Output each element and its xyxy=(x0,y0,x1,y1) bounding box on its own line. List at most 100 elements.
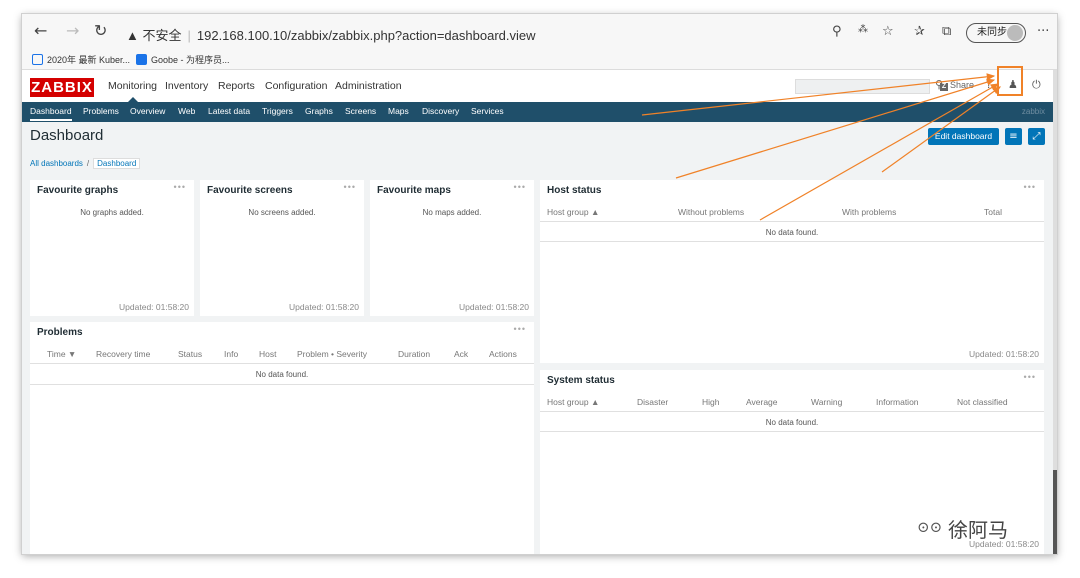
share-link[interactable]: Z Share xyxy=(940,80,974,91)
widget-menu-icon[interactable]: ••• xyxy=(174,182,186,192)
widget-favourite-maps: Favourite maps ••• No maps added. Update… xyxy=(370,180,534,316)
column-time[interactable]: Time ▼ xyxy=(47,349,76,359)
favorite-star-icon[interactable]: ☆ xyxy=(882,24,894,39)
subnav-dashboard[interactable]: Dashboard xyxy=(30,106,72,121)
translate-icon[interactable]: ⁂ xyxy=(858,24,868,35)
widget-title: Favourite screens xyxy=(207,185,293,196)
security-warning[interactable]: ▲ 不安全 xyxy=(126,28,181,43)
row-divider xyxy=(540,241,1044,242)
column-without-problems: Without problems xyxy=(678,207,745,217)
collections-icon[interactable]: ⧉ xyxy=(942,24,951,39)
wechat-icon: ⊙⊙ xyxy=(917,518,943,536)
reload-icon[interactable]: ↻ xyxy=(94,21,107,41)
widget-title: Problems xyxy=(37,327,83,338)
subnav-screens[interactable]: Screens xyxy=(345,106,376,116)
subnav-latest-data[interactable]: Latest data xyxy=(208,106,250,116)
bookmark-item[interactable]: Goobe - 为程序员... xyxy=(136,53,230,66)
widget-menu-icon[interactable]: ••• xyxy=(514,324,526,334)
url-text[interactable]: 192.168.100.10/zabbix/zabbix.php?action=… xyxy=(197,28,536,43)
watermark: ⊙⊙ 徐阿马 xyxy=(917,514,1008,543)
widget-title: Favourite graphs xyxy=(37,185,119,196)
column-host-group[interactable]: Host group ▲ xyxy=(547,207,599,217)
nav-inventory[interactable]: Inventory xyxy=(165,80,208,92)
subnav-web[interactable]: Web xyxy=(178,106,195,116)
page-scrollbar[interactable] xyxy=(1053,70,1057,554)
breadcrumb-current[interactable]: Dashboard xyxy=(93,158,141,169)
bookmark-item[interactable]: 2020年 最新 Kuber... xyxy=(32,53,130,66)
actions-menu-icon[interactable]: ≡ xyxy=(1005,128,1022,145)
url-separator: | xyxy=(187,28,191,43)
widget-favourite-graphs: Favourite graphs ••• No graphs added. Up… xyxy=(30,180,194,316)
subnav-overview[interactable]: Overview xyxy=(130,106,165,116)
watermark-text: 徐阿马 xyxy=(948,518,1008,542)
help-icon[interactable]: ? xyxy=(986,78,992,91)
back-icon[interactable]: ← xyxy=(34,21,47,41)
browser-window: ← → ↻ ▲ 不安全 | 192.168.100.10/zabbix/zabbix… xyxy=(22,14,1057,554)
subnav-services[interactable]: Services xyxy=(471,106,504,116)
profile-button[interactable]: 未同步 xyxy=(966,23,1026,43)
tv-icon xyxy=(32,54,43,65)
forward-icon[interactable]: → xyxy=(66,21,79,41)
column-information: Information xyxy=(876,397,919,407)
zabbix-logo[interactable]: ZABBIX xyxy=(30,78,94,97)
column-host: Host xyxy=(259,349,277,359)
nav-reports[interactable]: Reports xyxy=(218,80,255,92)
column-duration: Duration xyxy=(398,349,431,359)
column-recovery-time: Recovery time xyxy=(96,349,151,359)
column-average: Average xyxy=(746,397,778,407)
subnav-discovery[interactable]: Discovery xyxy=(422,106,459,116)
share-icon: Z xyxy=(940,83,948,91)
widget-title: Favourite maps xyxy=(377,185,451,196)
breadcrumb-all-dashboards[interactable]: All dashboards xyxy=(30,159,83,168)
annotation-highlight-box xyxy=(997,66,1023,96)
bookmarks-bar: 2020年 最新 Kuber... Goobe - 为程序员... xyxy=(22,48,1057,70)
search-input[interactable]: ⚲ xyxy=(795,78,943,94)
subnav-problems[interactable]: Problems xyxy=(83,106,119,116)
bookmark-label: 2020年 最新 Kuber... xyxy=(47,55,131,65)
empty-message: No data found. xyxy=(255,370,309,379)
key-icon[interactable]: ⚲ xyxy=(832,24,842,39)
page-title: Dashboard xyxy=(30,127,104,144)
bookmark-label: Goobe - 为程序员... xyxy=(151,55,230,65)
widget-title: System status xyxy=(547,375,615,386)
widget-host-status: Host status ••• Host group ▲ Without pro… xyxy=(540,180,1044,363)
empty-message: No data found. xyxy=(765,228,819,237)
empty-message: No data found. xyxy=(765,418,819,427)
monitoring-subnav: Dashboard Problems Overview Web Latest d… xyxy=(22,102,1057,122)
widget-problems: Problems ••• Time ▼ Recovery time Status… xyxy=(30,322,534,554)
breadcrumb-separator: / xyxy=(86,159,90,168)
empty-message: No screens added. xyxy=(248,208,316,217)
column-ack: Ack xyxy=(454,349,469,359)
widget-menu-icon[interactable]: ••• xyxy=(1024,372,1036,382)
empty-message: No maps added. xyxy=(422,208,482,217)
column-info: Info xyxy=(224,349,239,359)
nav-configuration[interactable]: Configuration xyxy=(265,80,327,92)
address-bar[interactable]: ▲ 不安全 | 192.168.100.10/zabbix/zabbix.php?a… xyxy=(126,25,536,44)
fullscreen-icon[interactable]: ⤢ xyxy=(1028,128,1045,145)
column-status: Status xyxy=(178,349,203,359)
row-divider xyxy=(30,384,534,385)
widget-menu-icon[interactable]: ••• xyxy=(1024,182,1036,192)
share-label: Share xyxy=(950,80,975,90)
column-host-group[interactable]: Host group ▲ xyxy=(547,397,599,407)
table-header: Host group ▲ Disaster High Average Warni… xyxy=(540,394,1044,412)
browser-menu-icon[interactable]: ··· xyxy=(1037,24,1049,39)
server-name: zabbix xyxy=(1021,107,1045,116)
favorites-list-icon[interactable]: ✰ xyxy=(914,24,925,39)
subnav-graphs[interactable]: Graphs xyxy=(305,106,333,116)
widget-menu-icon[interactable]: ••• xyxy=(344,182,356,192)
zabbix-header: ZABBIX Monitoring Inventory Reports Conf… xyxy=(22,70,1057,102)
avatar xyxy=(1007,25,1023,41)
widget-menu-icon[interactable]: ••• xyxy=(514,182,526,192)
subnav-maps[interactable]: Maps xyxy=(388,106,409,116)
sign-out-icon[interactable]: ⏻ xyxy=(1032,78,1041,92)
updated-time: Updated: 01:58:20 xyxy=(289,302,359,312)
breadcrumb: All dashboards / Dashboard xyxy=(30,156,141,171)
edit-dashboard-button[interactable]: Edit dashboard xyxy=(928,128,999,145)
scrollbar-thumb[interactable] xyxy=(1053,470,1057,554)
empty-message: No graphs added. xyxy=(80,208,144,217)
nav-monitoring[interactable]: Monitoring xyxy=(108,80,157,102)
nav-administration[interactable]: Administration xyxy=(335,80,402,92)
subnav-triggers[interactable]: Triggers xyxy=(262,106,293,116)
table-header: Time ▼ Recovery time Status Info Host Pr… xyxy=(30,346,534,364)
